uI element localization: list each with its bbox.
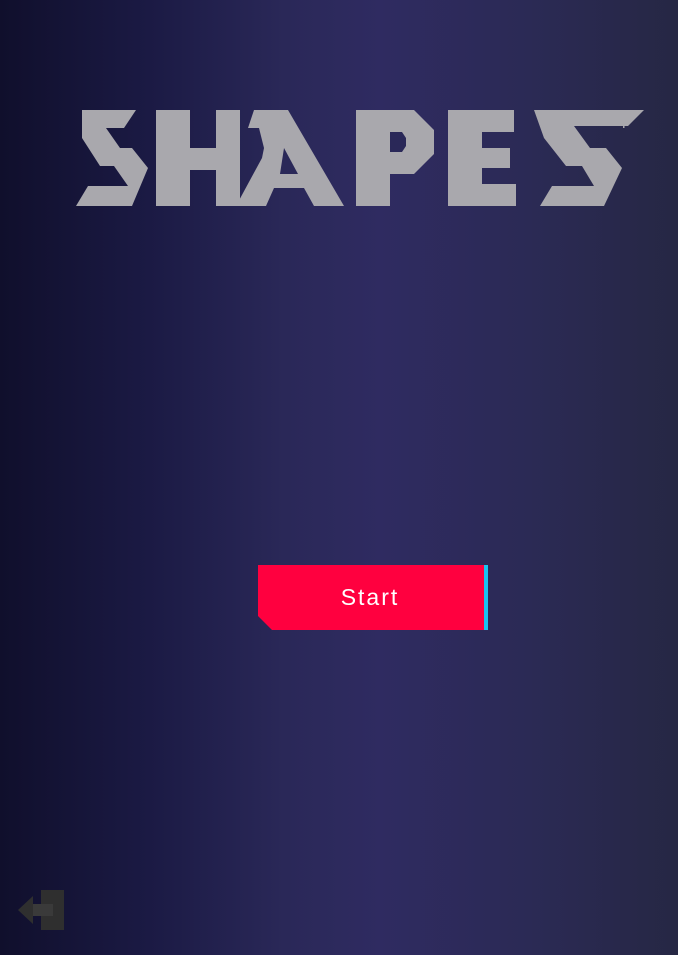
exit-door-icon[interactable] <box>17 889 65 931</box>
shapes-logo <box>76 110 644 206</box>
start-button-accent-bar <box>484 565 488 630</box>
start-button-label: Start <box>340 584 400 610</box>
start-button[interactable]: Start <box>258 565 488 630</box>
